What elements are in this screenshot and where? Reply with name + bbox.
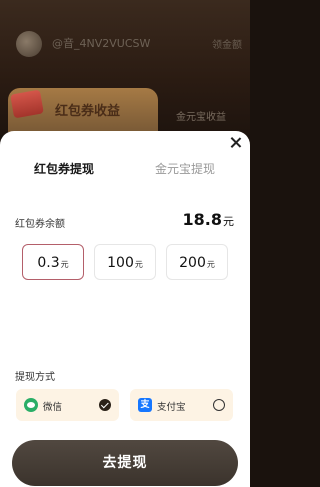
amount-value: 0.3	[37, 255, 60, 271]
withdraw-method-title: 提现方式	[15, 372, 55, 383]
username-label: @音_4NV2VUCSW	[52, 37, 151, 50]
balance-amount: 18.8	[182, 210, 222, 229]
tab-coupon-withdraw[interactable]: 红包券提现	[34, 160, 94, 177]
background-link: 领金额	[212, 40, 242, 51]
amount-unit: 元	[206, 260, 215, 269]
wechat-icon	[24, 398, 38, 412]
balance-value: 18.8元	[183, 210, 234, 229]
radio-empty-icon[interactable]	[213, 399, 225, 411]
amount-value: 100	[107, 255, 134, 271]
balance-unit: 元	[223, 215, 234, 228]
background-tab-coupon-label: 红包券收益	[55, 104, 121, 119]
check-circle-icon[interactable]	[99, 399, 111, 411]
amount-value: 200	[179, 255, 206, 271]
amount-unit: 元	[60, 260, 69, 269]
method-alipay[interactable]: 支 支付宝	[130, 389, 233, 421]
amount-option-200[interactable]: 200元	[166, 244, 228, 280]
method-wechat[interactable]: 微信	[16, 389, 119, 421]
tab-gold-withdraw[interactable]: 金元宝提现	[155, 160, 215, 177]
background-tab-gold-label: 金元宝收益	[176, 112, 226, 123]
method-alipay-label: 支付宝	[157, 402, 186, 413]
alipay-icon: 支	[138, 398, 152, 412]
amount-option-100[interactable]: 100元	[94, 244, 156, 280]
amount-option-0-3[interactable]: 0.3元	[22, 244, 84, 280]
withdraw-sheet: 红包券提现 金元宝提现 红包券余额 18.8元 0.3元 100元 200元 提…	[0, 131, 250, 487]
red-envelope-icon	[10, 89, 44, 119]
close-icon[interactable]	[228, 135, 244, 151]
amount-unit: 元	[134, 260, 143, 269]
avatar	[16, 31, 42, 57]
method-wechat-label: 微信	[43, 402, 63, 413]
balance-label: 红包券余额	[15, 219, 65, 230]
withdraw-submit-button[interactable]: 去提现	[12, 440, 238, 486]
